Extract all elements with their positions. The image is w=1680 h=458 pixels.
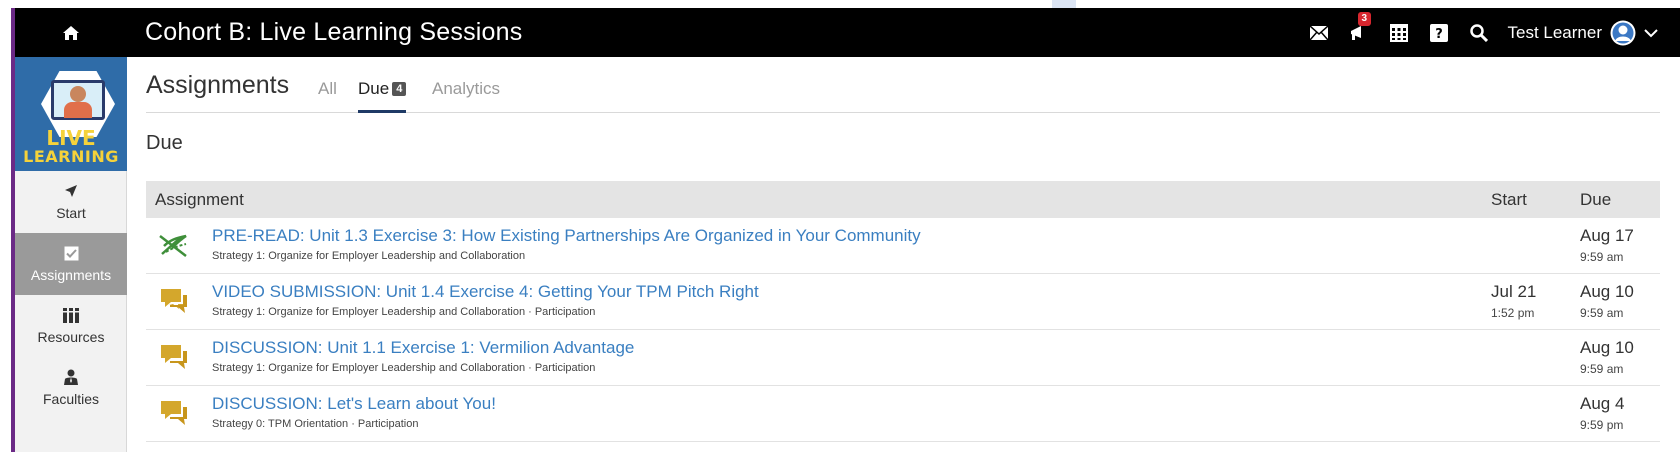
page-title: Assignments [146,71,290,99]
sidebar-item-resources[interactable]: Resources [15,295,127,357]
home-icon [63,25,79,40]
assignment-subtitle: Strategy 1: Organize for Employer Leader… [212,306,596,318]
sidebar-item-start[interactable]: Start [15,171,127,233]
avatar-icon [1610,20,1636,45]
assignment-subtitle: Strategy 0: TPM Orientation · Participat… [212,418,419,430]
course-logo[interactable]: LIVE LEARNING [15,57,127,171]
reading-icon [159,234,187,257]
sidebar-item-label: Resources [37,329,105,345]
search-button[interactable] [1468,22,1490,44]
due-time: 9:59 am [1580,250,1624,264]
start-date: Jul 21 [1491,282,1537,301]
table-row[interactable]: PRE-READ: Unit 1.3 Exercise 3: How Exist… [146,218,1660,274]
chevron-down-icon [1644,28,1658,37]
tab-label: Due [358,79,390,98]
notifications-button[interactable]: 3 [1348,11,1372,44]
assignment-title-link[interactable]: VIDEO SUBMISSION: Unit 1.4 Exercise 4: G… [212,282,759,302]
sidebar: LIVE LEARNING Start Assignments Resource… [15,57,127,452]
assignment-title-link[interactable]: DISCUSSION: Unit 1.1 Exercise 1: Vermili… [212,338,634,358]
course-title: Cohort B: Live Learning Sessions [145,18,523,46]
table-header: Assignment Start Due [146,181,1660,218]
top-edge-accent [1052,0,1076,8]
user-menu[interactable]: Test Learner [1508,20,1659,46]
megaphone-icon [1350,25,1361,40]
sidebar-item-faculties[interactable]: Faculties [15,357,127,419]
column-header-assignment[interactable]: Assignment [155,190,244,210]
books-icon [63,307,79,323]
tab-due[interactable]: Due 4 [358,79,407,113]
person-icon [63,369,79,385]
home-button[interactable] [15,8,127,57]
tab-label: All [318,79,337,98]
assignment-title-link[interactable]: DISCUSSION: Let's Learn about You! [212,394,496,414]
tab-label: Analytics [432,79,501,98]
sidebar-item-label: Start [56,205,86,221]
discussion-bubble-icon [161,401,187,425]
help-button[interactable]: ? [1428,22,1450,44]
navigate-arrow-icon [64,183,78,199]
logo-figure-body [64,102,92,118]
tab-count-badge: 4 [392,82,407,96]
due-date: Aug 4 [1580,394,1625,413]
svg-text:?: ? [1435,27,1443,42]
start-time: 1:52 pm [1491,306,1535,320]
column-header-start[interactable]: Start [1491,190,1527,210]
assignment-subtitle: Strategy 1: Organize for Employer Leader… [212,250,526,262]
logo-text-live: LIVE [46,126,96,150]
envelope-icon [1309,25,1328,40]
due-date: Aug 10 [1580,338,1634,357]
main-content: Assignments All Due 4 Analytics Due Assig… [136,57,1660,452]
calendar-button[interactable] [1388,22,1410,44]
table-row[interactable]: VIDEO SUBMISSION: Unit 1.4 Exercise 4: G… [146,274,1660,330]
calendar-icon [1389,23,1408,42]
tab-all[interactable]: All [318,79,337,113]
user-name: Test Learner [1507,22,1603,42]
top-bar: Cohort B: Live Learning Sessions 3 ? Tes… [15,8,1680,57]
due-date: Aug 17 [1580,226,1634,245]
due-time: 9:59 pm [1580,418,1624,432]
discussion-bubble-icon [161,289,187,313]
column-header-due[interactable]: Due [1580,190,1611,210]
messages-button[interactable] [1308,22,1330,44]
due-subheading: Due [146,132,183,154]
help-icon: ? [1429,23,1448,42]
section-header: Assignments All Due 4 Analytics [146,57,1660,113]
assignments-table: Assignment Start Due PRE-READ: Unit 1.3 … [146,181,1660,442]
discussion-bubble-icon [161,345,187,369]
table-row[interactable]: DISCUSSION: Let's Learn about You! Strat… [146,386,1660,442]
sidebar-item-assignments[interactable]: Assignments [15,233,127,295]
assignment-title-link[interactable]: PRE-READ: Unit 1.3 Exercise 3: How Exist… [212,226,921,246]
logo-text-learning: LEARNING [23,147,119,166]
tab-analytics[interactable]: Analytics [432,79,500,113]
due-date: Aug 10 [1580,282,1634,301]
sidebar-item-label: Assignments [30,267,112,283]
due-time: 9:59 am [1580,306,1624,320]
checkbox-icon [64,245,79,261]
top-bar-actions: 3 ? Test Learner [1308,8,1659,57]
search-icon [1469,23,1488,42]
due-time: 9:59 am [1580,362,1624,376]
table-row[interactable]: DISCUSSION: Unit 1.1 Exercise 1: Vermili… [146,330,1660,386]
notification-count-badge: 3 [1357,11,1372,26]
sidebar-item-label: Faculties [42,391,100,407]
logo-figure-head [70,86,86,102]
assignment-subtitle: Strategy 1: Organize for Employer Leader… [212,362,596,374]
